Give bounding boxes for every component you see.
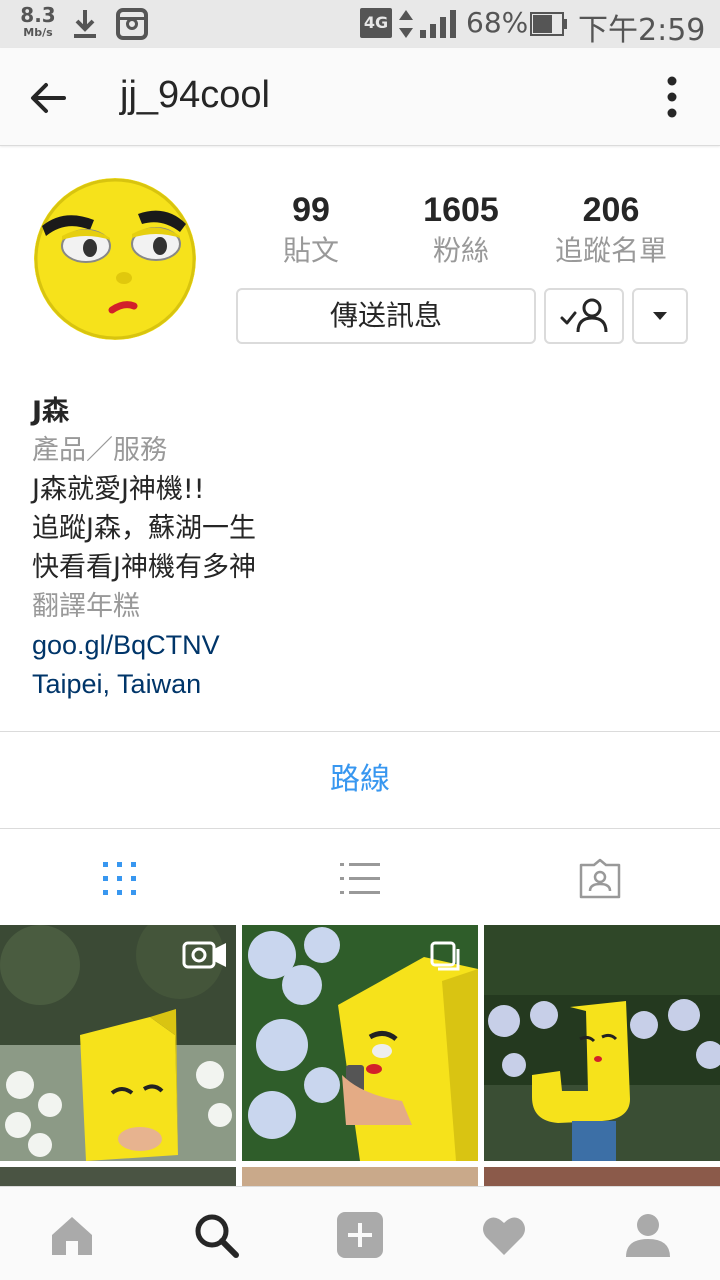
bio-website-link[interactable]: goo.gl/BqCTNV	[32, 626, 692, 665]
bio-name: J森	[32, 396, 70, 427]
data-arrows-icon	[399, 10, 413, 38]
battery-percent: 68%	[466, 6, 529, 39]
profile-stats: 99 貼文 1605 粉絲 206 追蹤名單	[236, 188, 700, 268]
bio-location-link[interactable]: Taipei, Taiwan	[32, 665, 692, 704]
post-thumbnail	[0, 925, 236, 1161]
battery-icon	[530, 12, 567, 36]
grid-icon[interactable]	[98, 857, 142, 901]
stat-followers-value: 1605	[423, 191, 499, 229]
profile-username: jj_94cool	[120, 74, 270, 116]
suggestions-dropdown-button[interactable]	[632, 288, 688, 344]
send-message-button[interactable]: 傳送訊息	[236, 288, 536, 344]
more-vertical-icon[interactable]	[652, 74, 692, 120]
directions-button[interactable]: 路線	[0, 732, 720, 828]
network-type-badge: 4G	[360, 8, 392, 38]
bio-line: J森就愛J神機!!	[32, 474, 205, 505]
search-icon[interactable]	[192, 1211, 240, 1259]
grid-post[interactable]	[242, 925, 478, 1161]
bio-category: 產品／服務	[32, 435, 167, 466]
grid-post[interactable]	[484, 925, 720, 1161]
following-button[interactable]	[544, 288, 624, 344]
app-bar: jj_94cool	[0, 48, 720, 146]
profile-view-tabs	[0, 828, 720, 924]
grid-post[interactable]	[484, 1167, 720, 1186]
stat-followers[interactable]: 1605 粉絲	[386, 188, 536, 270]
avatar[interactable]	[34, 178, 196, 340]
network-speed-unit: Mb/s	[23, 26, 53, 39]
stat-followers-label: 粉絲	[432, 234, 489, 267]
bio-line: 快看看J神機有多神	[32, 552, 256, 583]
bio-section: J森 產品／服務 J森就愛J神機!! 追蹤J森，蘇湖一生 快看看J神機有多神 翻…	[32, 392, 692, 704]
avatar-image	[34, 178, 196, 340]
grid-post[interactable]	[0, 925, 236, 1161]
stat-following-label: 追蹤名單	[554, 234, 667, 267]
download-icon	[74, 10, 96, 38]
stat-posts-label: 貼文	[282, 234, 339, 267]
profile-icon[interactable]	[624, 1211, 672, 1259]
stat-following[interactable]: 206 追蹤名單	[536, 188, 686, 270]
see-translation-link[interactable]: 翻譯年糕	[32, 587, 692, 626]
tagged-icon[interactable]	[578, 857, 622, 901]
post-thumbnail	[484, 925, 720, 1161]
post-thumbnail	[0, 1167, 236, 1186]
network-speed: 8.3 Mb/s	[18, 5, 58, 38]
grid-post[interactable]	[242, 1167, 478, 1186]
stat-posts-value: 99	[292, 191, 330, 229]
stat-following-value: 206	[582, 191, 640, 229]
status-time: 下午2:59	[578, 13, 706, 48]
grid-post[interactable]	[0, 1167, 236, 1186]
heart-icon[interactable]	[480, 1211, 528, 1259]
post-thumbnail	[242, 925, 478, 1161]
instagram-notification-icon	[116, 8, 148, 40]
post-thumbnail	[242, 1167, 478, 1186]
caret-down-icon	[653, 312, 667, 320]
back-arrow-icon[interactable]	[26, 76, 70, 120]
signal-icon	[420, 10, 456, 38]
bio-line: 追蹤J森，蘇湖一生	[32, 513, 256, 544]
bottom-navigation	[0, 1186, 720, 1280]
status-bar: 8.3 Mb/s 4G 68% 下午2:59	[0, 0, 720, 48]
post-thumbnail	[484, 1167, 720, 1186]
network-speed-value: 8.3	[20, 3, 56, 27]
home-icon[interactable]	[48, 1211, 96, 1259]
stat-posts[interactable]: 99 貼文	[236, 188, 386, 270]
add-post-icon[interactable]	[336, 1211, 384, 1259]
list-icon[interactable]	[338, 857, 382, 901]
following-check-icon	[560, 298, 608, 333]
